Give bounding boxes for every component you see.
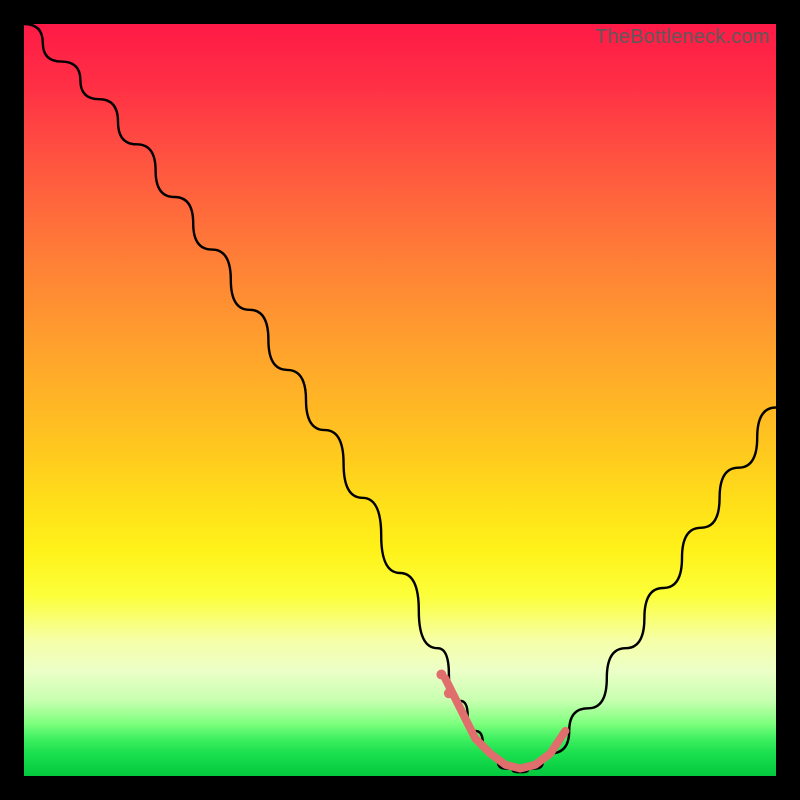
plot-area: TheBottleneck.com bbox=[24, 24, 776, 776]
optimal-range-band bbox=[445, 678, 565, 768]
optimal-dot bbox=[436, 670, 446, 680]
bottleneck-curve bbox=[24, 24, 776, 772]
optimal-dot bbox=[444, 688, 454, 698]
curve-layer bbox=[24, 24, 776, 776]
chart-frame: TheBottleneck.com bbox=[0, 0, 800, 800]
